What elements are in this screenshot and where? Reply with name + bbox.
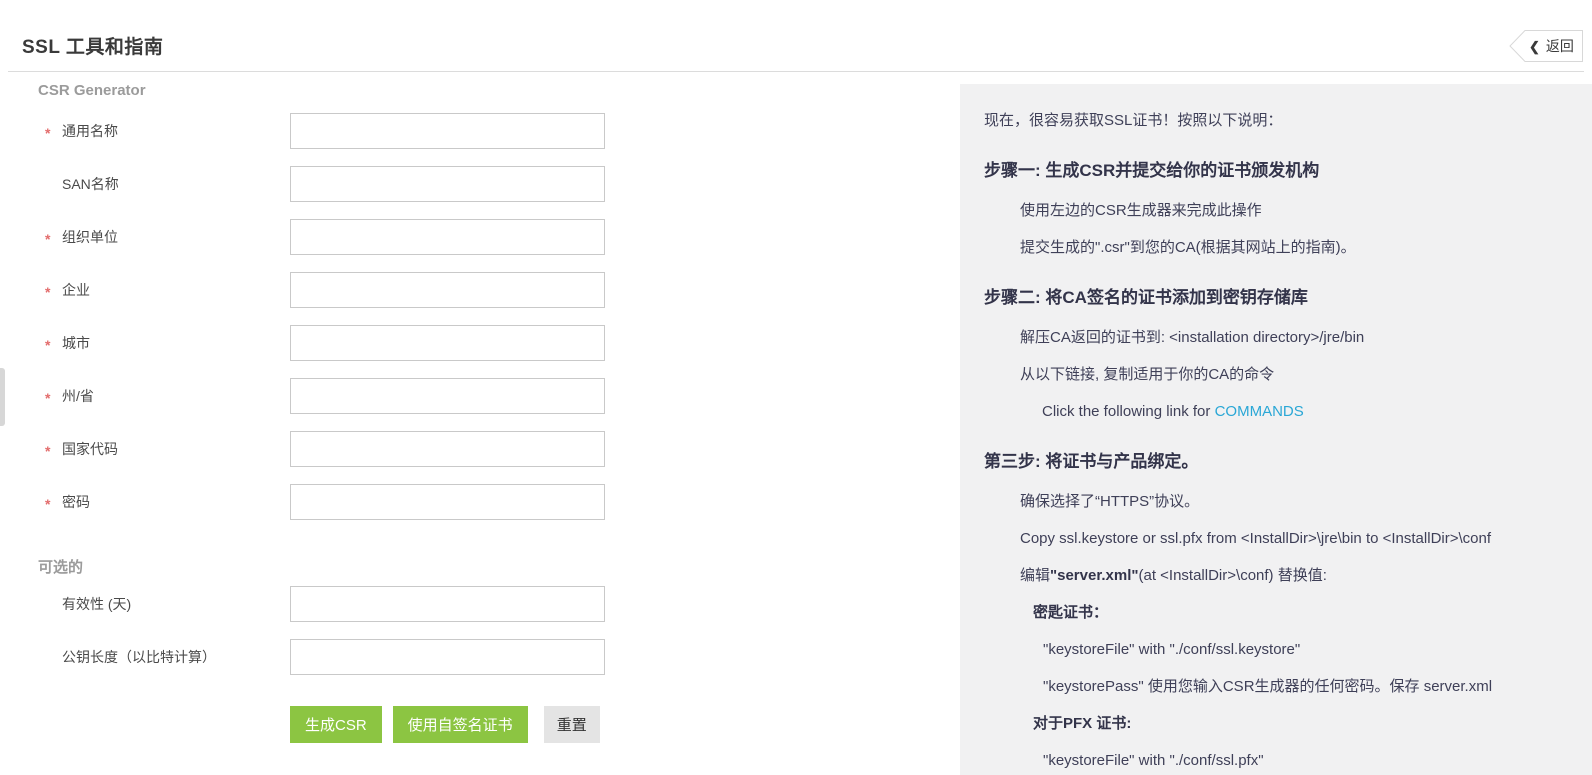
state-label: 州/省 bbox=[62, 388, 94, 404]
form-row-san-name: SAN名称 bbox=[22, 166, 942, 202]
required-asterisk-placeholder bbox=[45, 602, 62, 606]
required-asterisk: * bbox=[45, 284, 51, 300]
form-row-state: * 州/省 bbox=[22, 378, 942, 414]
keystore-line-2: "keystorePass" 使用您输入CSR生成器的任何密码。保存 serve… bbox=[1043, 678, 1493, 695]
form-buttons: 生成CSR 使用自签名证书 重置 bbox=[290, 706, 942, 743]
keystore-line-1: "keystoreFile" with "./conf/ssl.keystore… bbox=[1043, 641, 1301, 658]
pfx-cert-heading: 对于PFX 证书: bbox=[1033, 715, 1132, 732]
server-xml-bold: "server.xml" bbox=[1050, 567, 1139, 584]
password-input[interactable] bbox=[290, 484, 605, 520]
commands-line: Click the following link for COMMANDS bbox=[984, 401, 1568, 422]
step3-line-1: 确保选择了“HTTPS”协议。 bbox=[1020, 493, 1200, 510]
validity-days-input[interactable] bbox=[290, 586, 605, 622]
form-row-key-length: 公钥长度（以比特计算） bbox=[22, 639, 942, 675]
required-asterisk: * bbox=[45, 443, 51, 459]
form-row-org-unit: * 组织单位 bbox=[22, 219, 942, 255]
step1-heading: 步骤一: 生成CSR并提交给你的证书颁发机构 bbox=[984, 161, 1320, 180]
state-input[interactable] bbox=[290, 378, 605, 414]
form-row-organization: * 企业 bbox=[22, 272, 942, 308]
organization-label: 企业 bbox=[62, 282, 90, 298]
commands-link[interactable]: COMMANDS bbox=[1215, 403, 1304, 420]
back-label: 返回 bbox=[1545, 38, 1574, 54]
form-row-country-code: * 国家代码 bbox=[22, 431, 942, 467]
key-length-input[interactable] bbox=[290, 639, 605, 675]
form-row-password: * 密码 bbox=[22, 484, 942, 520]
org-unit-input[interactable] bbox=[290, 219, 605, 255]
required-asterisk: * bbox=[45, 337, 51, 353]
chevron-left-icon: ❮ bbox=[1529, 38, 1540, 54]
step3-edit-line: 编辑"server.xml"(at <InstallDir>\conf) 替换值… bbox=[984, 565, 1568, 586]
commands-line-prefix: Click the following link for bbox=[1042, 403, 1215, 420]
required-asterisk: * bbox=[45, 496, 51, 512]
san-name-input[interactable] bbox=[290, 166, 605, 202]
collapsed-panel-handle[interactable] bbox=[0, 368, 5, 426]
step1-line-1: 使用左边的CSR生成器来完成此操作 bbox=[1020, 202, 1262, 219]
back-button[interactable]: ❮ 返回 bbox=[1509, 30, 1583, 62]
page-title: SSL 工具和指南 bbox=[22, 37, 164, 58]
pfx-line-1: "keystoreFile" with "./conf/ssl.pfx" bbox=[1043, 752, 1264, 769]
san-name-label: SAN名称 bbox=[62, 176, 119, 192]
city-input[interactable] bbox=[290, 325, 605, 361]
guide-intro: 现在，很容易获取SSL证书！按照以下说明： bbox=[984, 112, 1283, 129]
city-label: 城市 bbox=[62, 335, 90, 351]
keystore-cert-heading: 密匙证书： bbox=[1033, 604, 1109, 621]
step3-line-2: Copy ssl.keystore or ssl.pfx from <Insta… bbox=[1020, 530, 1492, 547]
step2-line-1: 解压CA返回的证书到: <installation directory>/jre… bbox=[1020, 329, 1365, 346]
form-row-validity: 有效性 (天) bbox=[22, 586, 942, 622]
org-unit-label: 组织单位 bbox=[62, 229, 118, 245]
generate-csr-button[interactable]: 生成CSR bbox=[290, 706, 382, 743]
form-row-city: * 城市 bbox=[22, 325, 942, 361]
ssl-guide-panel: 现在，很容易获取SSL证书！按照以下说明： 步骤一: 生成CSR并提交给你的证书… bbox=[960, 84, 1592, 775]
self-signed-cert-button[interactable]: 使用自签名证书 bbox=[392, 706, 528, 743]
common-name-input[interactable] bbox=[290, 113, 605, 149]
common-name-label: 通用名称 bbox=[62, 123, 118, 139]
csr-generator-form: CSR Generator * 通用名称 SAN名称 * 组织单位 * 企业 *… bbox=[22, 82, 942, 743]
header-divider bbox=[8, 71, 1584, 72]
step2-heading: 步骤二: 将CA签名的证书添加到密钥存储库 bbox=[984, 288, 1308, 307]
password-label: 密码 bbox=[62, 494, 90, 510]
required-asterisk-placeholder bbox=[45, 182, 62, 186]
required-asterisk: * bbox=[45, 390, 51, 406]
validity-days-label: 有效性 (天) bbox=[62, 596, 132, 612]
step1-line-2: 提交生成的".csr"到您的CA(根据其网站上的指南)。 bbox=[1020, 239, 1356, 256]
required-asterisk: * bbox=[45, 125, 51, 141]
reset-button[interactable]: 重置 bbox=[543, 706, 600, 743]
country-code-label: 国家代码 bbox=[62, 441, 118, 457]
step2-line-2: 从以下链接, 复制适用于你的CA的命令 bbox=[1020, 366, 1275, 383]
required-asterisk-placeholder bbox=[45, 655, 62, 659]
key-length-label: 公钥长度（以比特计算） bbox=[62, 649, 216, 665]
optional-section-title: 可选的 bbox=[38, 559, 84, 576]
back-button-content: ❮ 返回 bbox=[1529, 30, 1583, 62]
edit-prefix: 编辑 bbox=[1020, 567, 1051, 584]
country-code-input[interactable] bbox=[290, 431, 605, 467]
form-row-common-name: * 通用名称 bbox=[22, 113, 942, 149]
edit-suffix: (at <InstallDir>\conf) 替换值: bbox=[1138, 567, 1327, 584]
step3-heading: 第三步: 将证书与产品绑定。 bbox=[984, 452, 1199, 471]
organization-input[interactable] bbox=[290, 272, 605, 308]
csr-generator-title: CSR Generator bbox=[38, 82, 146, 99]
required-asterisk: * bbox=[45, 231, 51, 247]
